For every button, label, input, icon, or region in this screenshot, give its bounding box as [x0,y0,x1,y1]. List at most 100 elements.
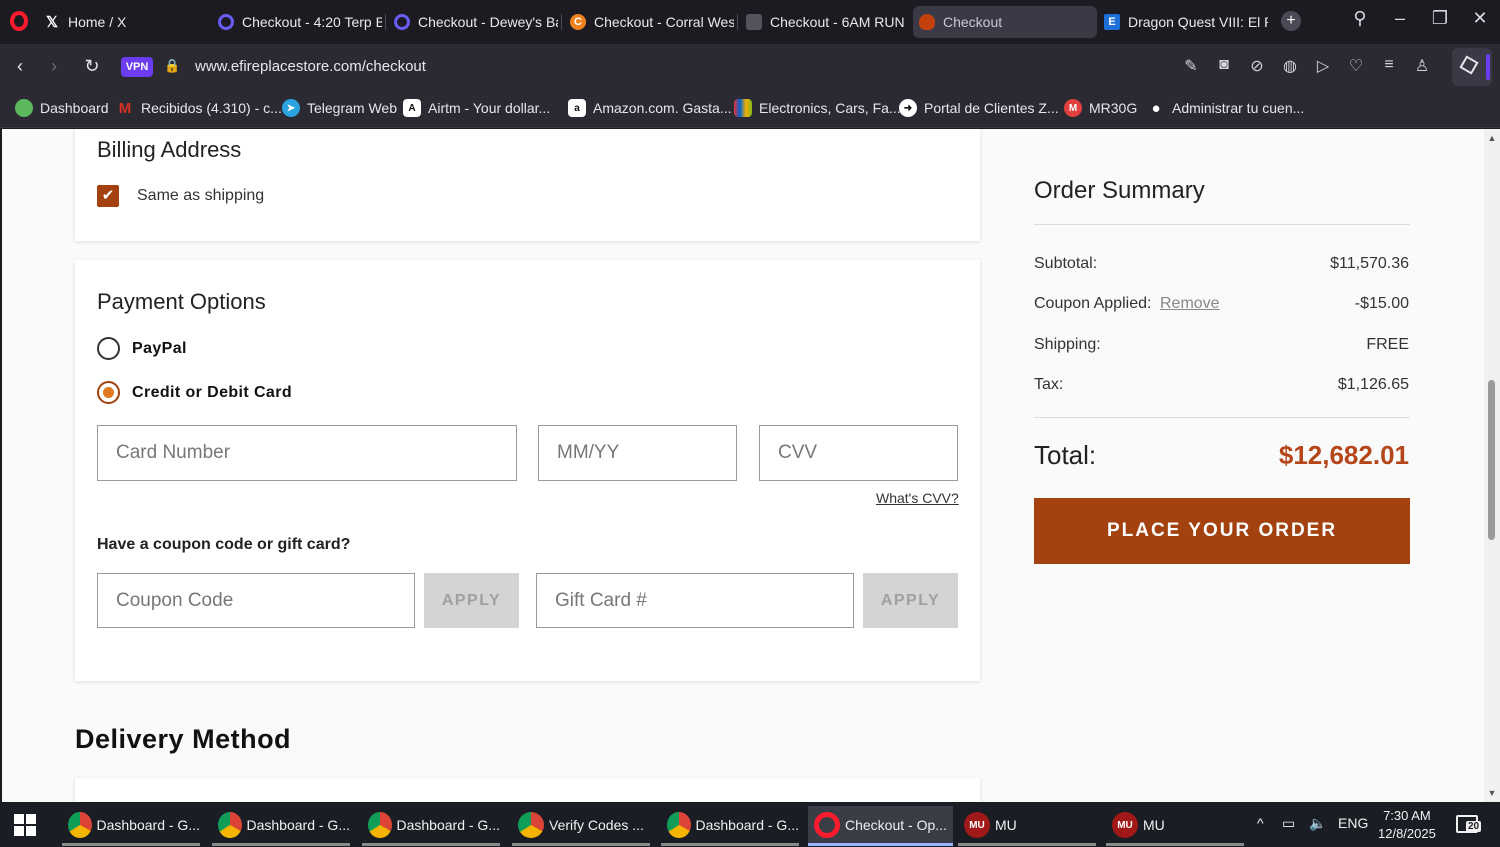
card-radio[interactable] [97,381,120,404]
total-value: $12,682.01 [1278,440,1409,470]
taskbar-item-opera[interactable]: Checkout - Op... [808,806,953,846]
tab-checkout-deweys[interactable]: Checkout - Dewey's Bak [388,6,558,38]
taskbar-item-chrome-5[interactable]: Dashboard - G... [661,806,800,846]
tab-label: Checkout - 6AM RUN [770,14,905,30]
camera-icon[interactable]: ◙ [1213,56,1235,74]
bookmark-apple[interactable]: ● Administrar tu cuen... [1147,99,1304,117]
scroll-down-icon[interactable]: ▼ [1486,788,1498,800]
bookmark-airtm[interactable]: A Airtm - Your dollar... [403,99,550,117]
taskbar-label: Dashboard - G... [246,817,351,833]
sidebar-indicator [1486,54,1490,80]
bookmark-label: Telegram Web [307,100,398,116]
windows-start-icon[interactable] [14,814,36,836]
search-tabs-icon[interactable]: ⚲ [1345,8,1375,29]
taskbar-label: MU [995,817,1017,833]
taskbar-running-indicator [212,843,350,846]
payment-title: Payment Options [97,289,266,314]
opera-logo-icon[interactable] [10,11,28,31]
taskbar-item-chrome-2[interactable]: Dashboard - G... [212,806,351,846]
system-clock[interactable]: 7:30 AM 12/8/2025 [1378,807,1436,843]
heart-icon[interactable]: ♡ [1345,56,1367,76]
taskbar-item-chrome-4[interactable]: Verify Codes ... [512,806,650,846]
play-icon[interactable]: ▷ [1312,56,1334,76]
bookmark-portal[interactable]: ➜ Portal de Clientes Z... [899,99,1059,117]
restore-icon[interactable]: ❐ [1425,8,1455,29]
taskbar-item-chrome-3[interactable]: Dashboard - G... [362,806,500,846]
scrollbar-thumb[interactable] [1488,380,1495,540]
back-icon[interactable]: ‹ [8,54,32,78]
gmail-icon: M [118,99,132,117]
taskbar-item-mu-2[interactable]: MU MU [1106,806,1244,846]
tab-label: Home / X [68,14,127,30]
profile-icon[interactable]: ♙ [1411,56,1433,76]
easy-setup-icon[interactable]: ≡ [1378,56,1400,74]
show-hidden-icons-icon[interactable]: ^ [1257,815,1264,831]
e-logo-icon: E [1104,14,1120,30]
adblock-icon[interactable]: ⊘ [1246,56,1268,76]
bookmark-amazon[interactable]: a Amazon.com. Gasta... [568,99,732,117]
cvv-input[interactable]: CVV [759,425,958,481]
tab-checkout-6am[interactable]: Checkout - 6AM RUN [740,6,908,38]
forward-icon[interactable]: › [42,54,66,78]
edit-icon[interactable]: ✎ [1180,56,1202,76]
remove-coupon-link[interactable]: Remove [1160,295,1220,313]
bookmark-telegram[interactable]: ➤ Telegram Web [282,99,397,117]
tab-checkout-corral[interactable]: C Checkout - Corral Weste [564,6,734,38]
taskbar-label: Dashboard - G... [695,817,800,833]
close-icon[interactable]: ✕ [1465,8,1495,29]
new-tab-plus-icon[interactable]: + [1281,11,1301,31]
amazon-icon: a [568,99,586,117]
tab-checkout-terp[interactable]: Checkout - 4:20 Terp Bo [212,6,382,38]
extensions-panel[interactable] [1452,48,1492,86]
minimize-icon[interactable]: – [1385,8,1415,29]
coupon-code-input[interactable]: Coupon Code [97,573,415,628]
bookmark-ebay[interactable]: Electronics, Cars, Fa... [734,99,901,117]
tab-divider [737,14,738,30]
network-icon[interactable]: ▭ [1282,815,1295,832]
bookmark-dashboard[interactable]: Dashboard [15,99,109,117]
tax-label: Tax: [1034,376,1064,393]
tab-dragon-quest[interactable]: E Dragon Quest VIII: El Per [1098,6,1268,38]
summary-divider [1034,417,1410,418]
card-label[interactable]: Credit or Debit Card [132,384,292,402]
lock-icon[interactable]: 🔒 [164,58,180,74]
taskbar-item-chrome-1[interactable]: Dashboard - G... [62,806,200,846]
mu-game-icon: MU [964,812,990,838]
card-number-input[interactable]: Card Number [97,425,517,481]
x-logo-icon: 𝕏 [45,14,59,31]
tab-home-x[interactable]: 𝕏 Home / X [38,6,198,38]
clock-date: 12/8/2025 [1378,826,1436,841]
expiry-input[interactable]: MM/YY [538,425,737,481]
taskbar-running-indicator [661,843,799,846]
order-summary-title: Order Summary [1034,177,1205,204]
corral-icon: C [570,14,586,30]
taskbar-item-mu-1[interactable]: MU MU [958,806,1096,846]
bookmark-gmail[interactable]: M Recibidos (4.310) - c... [116,99,282,117]
apply-gift-card-button[interactable]: APPLY [863,573,958,628]
tab-checkout-active[interactable]: Checkout [913,6,1097,38]
volume-icon[interactable]: 🔈 [1309,815,1326,832]
place-order-button[interactable]: PLACE YOUR ORDER [1034,498,1410,564]
loading-icon [218,14,234,30]
taskbar-running-indicator [958,843,1096,846]
loading-icon [394,14,410,30]
notifications-icon[interactable]: 20 [1456,815,1482,833]
same-as-shipping-checkbox[interactable]: ✔ [97,185,119,207]
paypal-label[interactable]: PayPal [132,340,187,358]
bookmark-label: Portal de Clientes Z... [924,100,1059,116]
language-indicator[interactable]: ENG [1338,815,1368,831]
whats-cvv-link[interactable]: What's CVV? [876,490,959,506]
delivery-title: Delivery Method [75,724,292,754]
apply-coupon-button[interactable]: APPLY [424,573,519,628]
tab-label: Checkout - 4:20 Terp Bo [242,14,382,30]
same-as-shipping-label[interactable]: Same as shipping [137,187,264,205]
paypal-radio[interactable] [97,337,120,360]
reload-icon[interactable]: ↻ [80,54,104,78]
url-field[interactable]: www.efireplacestore.com/checkout [195,58,426,75]
translate-icon[interactable]: ◍ [1279,56,1301,76]
billing-title: Billing Address [97,137,242,162]
bookmark-mr30g[interactable]: M MR30G [1064,99,1137,117]
gift-card-input[interactable]: Gift Card # [536,573,854,628]
scroll-up-icon[interactable]: ▲ [1486,133,1498,145]
vpn-badge[interactable]: VPN [121,57,153,77]
